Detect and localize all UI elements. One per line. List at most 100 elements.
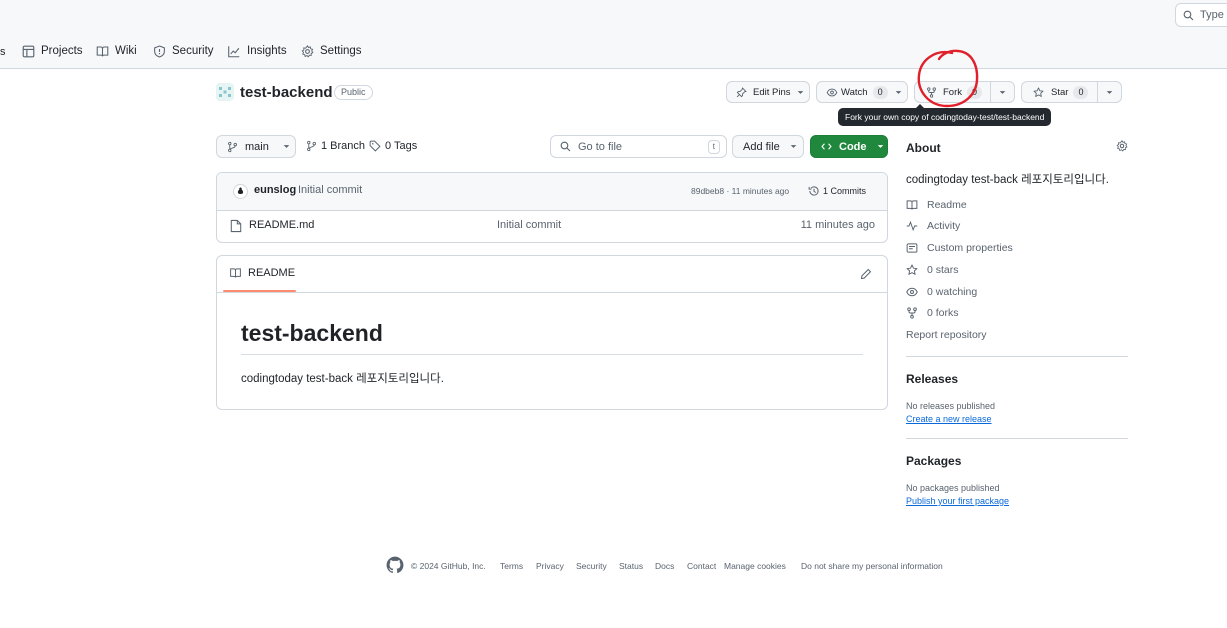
book-icon — [230, 268, 241, 278]
file-name[interactable]: README.md — [249, 219, 314, 231]
publish-package-link[interactable]: Publish your first package — [906, 496, 1009, 506]
gear-icon — [301, 44, 314, 58]
visibility-badge: Public — [334, 85, 373, 100]
github-logo-icon[interactable] — [386, 556, 404, 574]
branch-name: main — [245, 140, 269, 153]
search-icon — [1183, 10, 1194, 21]
file-table: eunslog Initial commit 89dbeb8 · 11 minu… — [216, 172, 888, 243]
packages-title[interactable]: Packages — [906, 454, 961, 468]
file-commit-message[interactable]: Initial commit — [497, 219, 561, 231]
star-label: Star — [1051, 86, 1069, 98]
eye-icon — [906, 287, 918, 297]
edit-pins-button[interactable]: Edit Pins — [726, 81, 810, 103]
goto-file-placeholder: Go to file — [578, 140, 623, 153]
releases-title[interactable]: Releases — [906, 372, 958, 386]
commit-message[interactable]: Initial commit — [298, 184, 362, 196]
file-icon — [230, 219, 242, 233]
star-counter: 0 — [1073, 85, 1089, 99]
eye-icon — [826, 88, 838, 96]
tab-security-label: Security — [172, 45, 214, 57]
branches-count: 1 Branch — [321, 140, 366, 152]
latest-commit-row: eunslog Initial commit 89dbeb8 · 11 minu… — [217, 173, 887, 211]
about-activity-link[interactable]: Activity — [906, 219, 960, 233]
readme-tabbar: README — [217, 256, 887, 293]
about-watching-link[interactable]: 0 watching — [906, 285, 977, 299]
chevron-down-icon — [797, 90, 803, 94]
footer-link-do-not-share[interactable]: Do not share my personal information — [801, 561, 943, 571]
readme-heading: test-backend — [241, 320, 383, 346]
graph-icon — [228, 45, 240, 57]
chevron-down-icon[interactable] — [1106, 89, 1113, 96]
tab-projects[interactable]: Projects — [22, 43, 83, 59]
about-forks-link[interactable]: 0 forks — [906, 306, 959, 320]
watch-counter: 0 — [872, 85, 888, 99]
releases-empty-text: No releases published — [906, 401, 996, 411]
footer-link-terms[interactable]: Terms — [500, 561, 523, 571]
gear-icon[interactable] — [1116, 140, 1128, 152]
active-tab-underline — [223, 290, 296, 292]
about-watching-label: 0 watching — [927, 286, 978, 298]
about-activity-label: Activity — [927, 220, 961, 232]
avatar[interactable] — [233, 184, 248, 199]
code-icon — [821, 143, 832, 150]
button-divider — [990, 82, 991, 102]
commits-link[interactable]: 1 Commits — [808, 185, 866, 197]
about-readme-label: Readme — [927, 199, 967, 211]
footer-link-security[interactable]: Security — [576, 561, 607, 571]
chevron-down-icon — [790, 145, 797, 148]
chevron-down-icon[interactable] — [999, 89, 1006, 96]
about-custom-properties-link[interactable]: Custom properties — [906, 241, 1013, 255]
about-stars-link[interactable]: 0 stars — [906, 263, 959, 277]
footer-link-status[interactable]: Status — [619, 561, 643, 571]
table-icon — [22, 45, 35, 57]
tab-settings[interactable]: Settings — [301, 43, 362, 59]
footer-link-docs[interactable]: Docs — [655, 561, 674, 571]
table-row[interactable]: README.md Initial commit 11 minutes ago — [217, 211, 887, 242]
chevron-down-icon — [895, 90, 901, 94]
star-button[interactable]: Star 0 — [1033, 85, 1089, 99]
readme-body: codingtoday test-back 레포지토리입니다. — [241, 373, 444, 385]
about-forks-label: 0 forks — [927, 307, 959, 319]
user-avatar-icon — [237, 187, 244, 195]
divider — [906, 438, 1128, 439]
about-custom-properties-label: Custom properties — [927, 242, 1013, 254]
search-placeholder: Type [ — [1200, 9, 1227, 21]
shield-icon — [154, 44, 165, 57]
note-icon — [906, 243, 918, 253]
pencil-icon[interactable] — [860, 268, 872, 280]
red-circle-annotation — [917, 49, 979, 108]
search-input[interactable]: Type [ — [1175, 3, 1227, 27]
branch-selector[interactable]: main — [216, 135, 296, 158]
footer-link-contact[interactable]: Contact — [687, 561, 716, 571]
commit-hash-time[interactable]: 89dbeb8 · 11 minutes ago — [691, 186, 789, 196]
tab-readme[interactable]: README — [229, 267, 295, 279]
divider — [906, 356, 1128, 357]
tab-wiki[interactable]: Wiki — [96, 43, 137, 59]
code-button[interactable]: Code — [810, 135, 888, 158]
add-file-button[interactable]: Add file — [732, 135, 804, 158]
watch-button[interactable]: Watch 0 — [816, 81, 908, 103]
readme-box: README test-backend codingtoday test-bac… — [216, 255, 888, 410]
report-repository-link[interactable]: Report repository — [906, 329, 987, 341]
readme-tab-label: README — [248, 267, 296, 279]
tab-insights-label: Insights — [247, 45, 287, 57]
star-icon — [1033, 86, 1044, 97]
about-readme-link[interactable]: Readme — [906, 198, 967, 212]
footer-link-manage-cookies[interactable]: Manage cookies — [724, 561, 786, 571]
footer-copyright: © 2024 GitHub, Inc. — [411, 561, 486, 571]
repo-name[interactable]: test-backend — [240, 84, 333, 101]
commit-author[interactable]: eunslog — [254, 184, 296, 196]
tags-link[interactable]: 0 Tags — [369, 140, 417, 152]
tab-settings-label: Settings — [320, 45, 362, 57]
add-file-label: Add file — [743, 140, 780, 153]
tab-security[interactable]: Security — [153, 43, 214, 59]
branches-link[interactable]: 1 Branch — [306, 140, 365, 152]
fork-icon — [907, 307, 917, 319]
footer-link-privacy[interactable]: Privacy — [536, 561, 564, 571]
book-icon — [906, 200, 918, 210]
tab-wiki-label: Wiki — [115, 45, 137, 57]
tab-insights[interactable]: Insights — [227, 43, 287, 59]
tag-icon — [369, 140, 381, 152]
goto-file-input[interactable]: Go to file t — [550, 135, 727, 158]
create-release-link[interactable]: Create a new release — [906, 414, 992, 424]
